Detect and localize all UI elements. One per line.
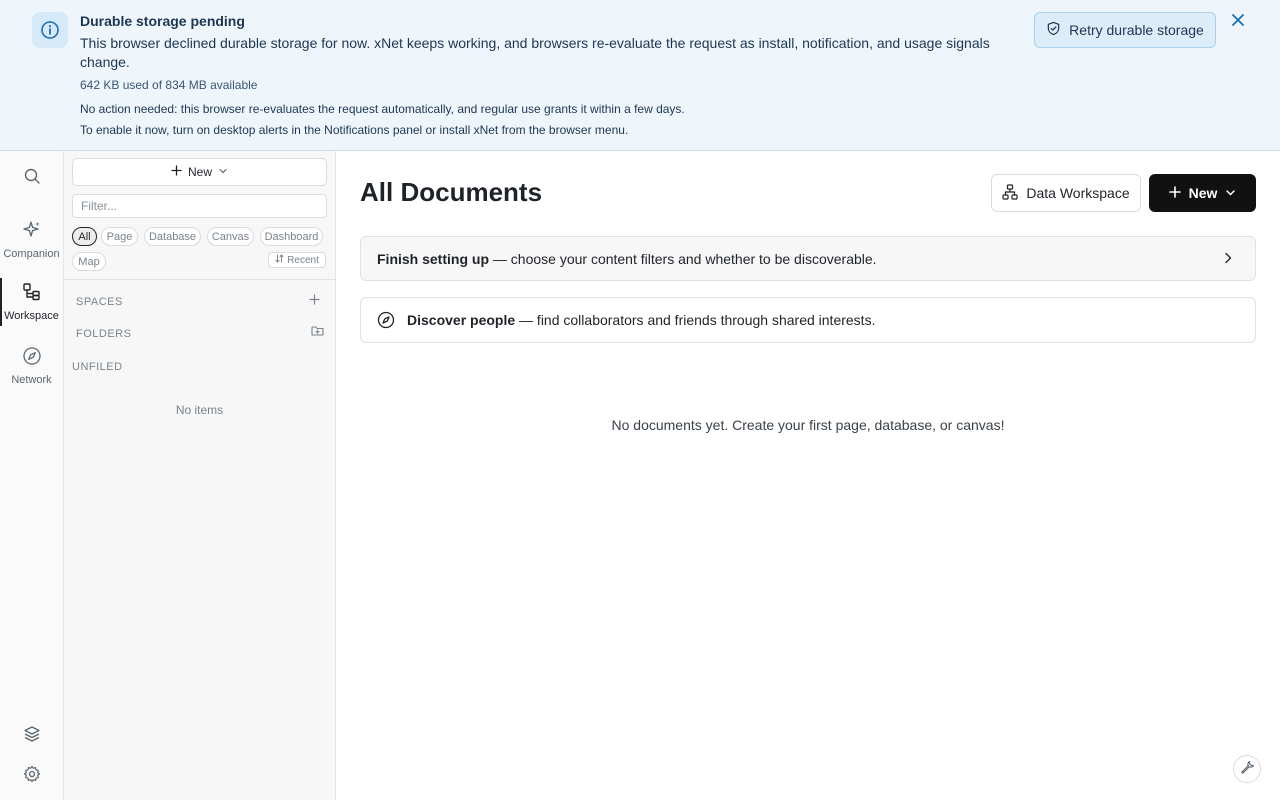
- info-icon: [32, 12, 68, 48]
- chip-database[interactable]: Database: [144, 227, 201, 246]
- setup-card-text: — choose your content filters and whethe…: [489, 250, 877, 267]
- unfiled-section-label: UNFILED: [72, 361, 123, 373]
- chip-page[interactable]: Page: [101, 227, 138, 246]
- data-workspace-label: Data Workspace: [1026, 185, 1130, 201]
- folder-plus-icon: [310, 324, 324, 342]
- setup-card-title: Finish setting up: [377, 250, 489, 267]
- rail-settings-button[interactable]: [0, 765, 63, 788]
- chevron-down-icon: [218, 165, 228, 179]
- devtools-button[interactable]: [1233, 755, 1261, 783]
- hierarchy-icon: [1002, 183, 1018, 203]
- chip-all[interactable]: All: [72, 227, 97, 246]
- close-banner-button[interactable]: [1228, 12, 1248, 32]
- shield-check-icon: [1046, 21, 1061, 39]
- folders-section-label: FOLDERS: [76, 328, 132, 340]
- finish-setup-card[interactable]: Finish setting up — choose your content …: [360, 236, 1256, 281]
- rail-item-network[interactable]: Network: [0, 346, 63, 386]
- rail-layers-button[interactable]: [0, 725, 63, 748]
- plus-icon: [308, 292, 320, 310]
- add-folder-button[interactable]: [309, 325, 325, 341]
- rail-label: Companion: [3, 248, 60, 260]
- sort-button[interactable]: Recent: [268, 252, 326, 268]
- storage-banner: Durable storage pending This browser dec…: [0, 0, 1280, 151]
- workspace-icon: [22, 282, 42, 307]
- discover-card-text: — find collaborators and friends through…: [515, 312, 876, 328]
- new-label: New: [1188, 185, 1218, 201]
- new-document-button[interactable]: New: [1149, 174, 1256, 212]
- retry-durable-storage-button[interactable]: Retry durable storage: [1034, 12, 1216, 48]
- sparkle-icon: [22, 220, 42, 245]
- banner-title: Durable storage pending: [80, 13, 245, 29]
- add-space-button[interactable]: [306, 293, 322, 309]
- new-label: New: [187, 165, 212, 179]
- sidebar-new-button[interactable]: New: [72, 158, 327, 186]
- data-workspace-button[interactable]: Data Workspace: [991, 174, 1141, 212]
- filter-input[interactable]: [72, 194, 327, 218]
- documents-sidebar: New All Page Database Canvas Dashboard M…: [64, 151, 336, 800]
- compass-icon: [22, 346, 42, 371]
- page-title: All Documents: [360, 177, 543, 207]
- plus-icon: [171, 165, 182, 179]
- main-content: All Documents Data Workspace New Finish …: [336, 151, 1280, 800]
- layers-icon: [23, 725, 41, 748]
- sort-label: Recent: [287, 254, 319, 266]
- chip-map[interactable]: Map: [72, 252, 106, 271]
- compass-icon: [377, 311, 395, 329]
- spaces-section-label: SPACES: [76, 296, 123, 308]
- empty-state-text: No items: [175, 403, 224, 417]
- rail-search-button[interactable]: [0, 167, 63, 190]
- discover-people-card[interactable]: Discover people — find collaborators and…: [360, 297, 1256, 343]
- banner-note: No action needed: this browser re-evalua…: [80, 102, 685, 116]
- banner-note: To enable it now, turn on desktop alerts…: [80, 123, 629, 137]
- retry-label: Retry durable storage: [1069, 22, 1204, 38]
- close-icon: [1231, 13, 1245, 32]
- discover-card-title: Discover people: [407, 312, 516, 328]
- empty-state-text: No documents yet. Create your first page…: [611, 417, 1005, 433]
- rail-item-workspace[interactable]: Workspace: [0, 282, 63, 322]
- chevron-right-icon: [1221, 251, 1235, 268]
- chevron-down-icon: [1225, 185, 1236, 201]
- chip-canvas[interactable]: Canvas: [207, 227, 254, 246]
- rail-label: Workspace: [4, 310, 59, 322]
- gear-icon: [23, 765, 41, 788]
- divider: [64, 279, 335, 280]
- plus-icon: [1168, 185, 1181, 201]
- rail-label: Network: [11, 374, 52, 386]
- sort-icon: [275, 254, 284, 266]
- wrench-icon: [1240, 760, 1255, 779]
- storage-usage: 642 KB used of 834 MB available: [80, 78, 258, 92]
- chip-dashboard[interactable]: Dashboard: [260, 227, 323, 246]
- nav-rail: Companion Workspace Network: [0, 151, 64, 800]
- banner-message: This browser declined durable storage fo…: [80, 35, 990, 70]
- search-icon: [23, 167, 41, 190]
- rail-item-companion[interactable]: Companion: [0, 220, 63, 260]
